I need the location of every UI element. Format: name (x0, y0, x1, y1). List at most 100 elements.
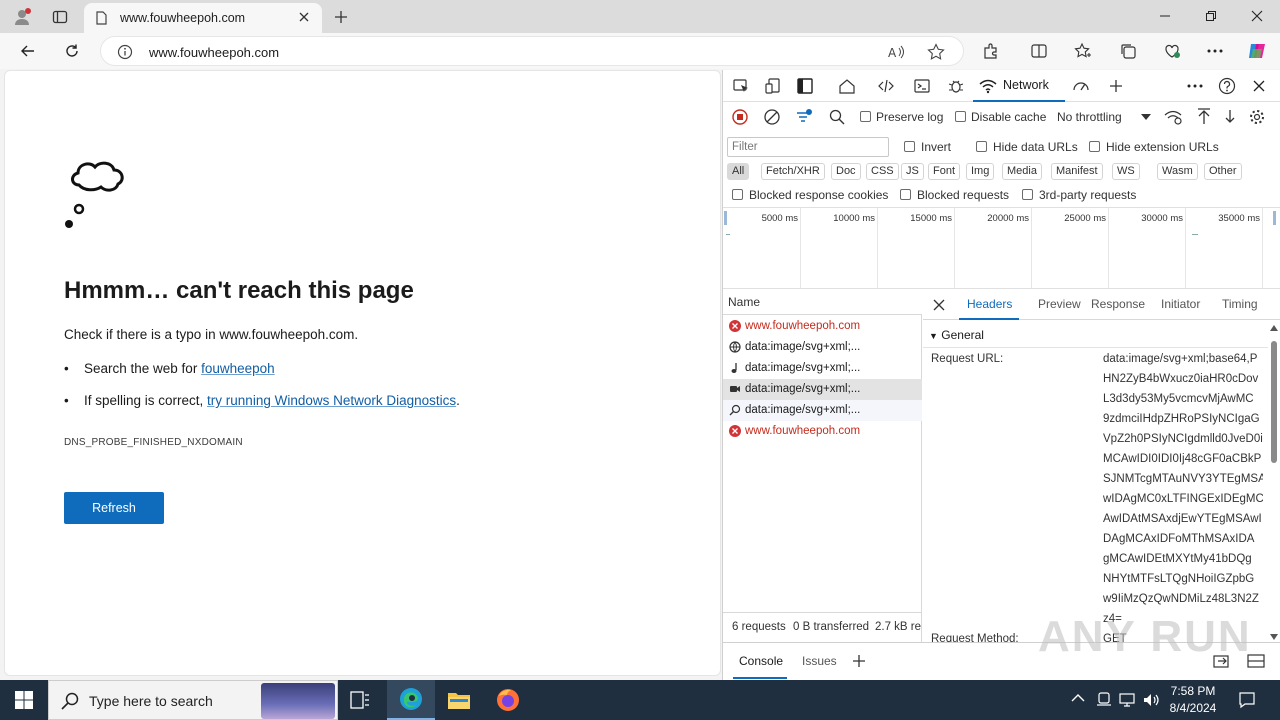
tab-preview[interactable]: Preview (1038, 297, 1081, 311)
favorites-icon[interactable] (1070, 38, 1096, 64)
tab-timing[interactable]: Timing (1222, 297, 1258, 311)
collections-icon[interactable] (1115, 38, 1141, 64)
favorite-star-icon[interactable] (927, 43, 945, 61)
tab-actions-icon[interactable] (47, 4, 73, 30)
chip-font[interactable]: Font (928, 163, 961, 180)
filter-toggle-icon[interactable] (795, 108, 813, 126)
copilot-icon[interactable] (1244, 38, 1270, 64)
file-explorer-icon[interactable] (435, 680, 483, 720)
chip-other[interactable]: Other (1204, 163, 1242, 180)
close-tab-icon[interactable] (298, 11, 310, 23)
chip-manifest[interactable]: Manifest (1051, 163, 1103, 180)
close-devtools-icon[interactable] (1247, 74, 1271, 98)
tab-console[interactable]: Console (739, 654, 783, 668)
filter-input[interactable]: Filter (727, 137, 889, 157)
more-menu-icon[interactable] (1202, 38, 1228, 64)
overview-left-handle[interactable] (724, 211, 727, 225)
hide-data-urls-checkbox[interactable] (976, 141, 987, 152)
blocked-cookies-checkbox[interactable] (732, 189, 743, 200)
search-icon[interactable] (829, 109, 845, 125)
inspect-element-icon[interactable] (729, 74, 753, 98)
new-tab-icon[interactable] (328, 4, 354, 30)
close-detail-icon[interactable] (933, 299, 945, 311)
blocked-requests-checkbox[interactable] (900, 189, 911, 200)
request-row[interactable]: www.fouwheepoh.com (723, 316, 922, 337)
console-icon[interactable] (910, 74, 934, 98)
detail-scrollbar[interactable] (1268, 325, 1280, 643)
request-row[interactable]: data:image/svg+xml;... (723, 379, 922, 400)
read-aloud-icon[interactable]: A (887, 43, 905, 61)
request-row[interactable]: data:image/svg+xml;... (723, 358, 922, 379)
reload-icon[interactable] (59, 38, 85, 64)
clear-icon[interactable] (764, 109, 780, 125)
search-web-link[interactable]: fouwheepoh (201, 361, 275, 376)
tab-headers[interactable]: Headers (967, 297, 1012, 311)
scroll-down-icon[interactable] (1270, 634, 1278, 640)
firefox-icon[interactable] (484, 680, 532, 720)
tab-network[interactable]: Network (973, 70, 1065, 102)
profile-icon[interactable] (9, 4, 35, 30)
refresh-button[interactable]: Refresh (64, 492, 164, 524)
back-icon[interactable] (15, 38, 41, 64)
help-icon[interactable] (1215, 74, 1239, 98)
scroll-up-icon[interactable] (1270, 325, 1278, 331)
system-clock[interactable]: 7:58 PM 8/4/2024 (1162, 683, 1224, 717)
edge-taskbar-icon[interactable] (387, 680, 435, 720)
network-conditions-icon[interactable] (1164, 109, 1182, 125)
request-row[interactable]: data:image/svg+xml;... (723, 400, 922, 421)
throttling-select[interactable]: No throttling (1057, 110, 1122, 124)
volume-icon[interactable] (1142, 691, 1160, 709)
notifications-icon[interactable] (1238, 691, 1256, 709)
chip-doc[interactable]: Doc (831, 163, 861, 180)
browser-essentials-icon[interactable] (1159, 38, 1185, 64)
chip-js[interactable]: JS (901, 163, 924, 180)
chip-ws[interactable]: WS (1112, 163, 1140, 180)
tab-response[interactable]: Response (1091, 297, 1145, 311)
close-window-icon[interactable] (1234, 0, 1280, 32)
tab-issues[interactable]: Issues (802, 654, 837, 668)
task-view-icon[interactable] (336, 680, 384, 720)
tab-initiator[interactable]: Initiator (1161, 297, 1200, 311)
disable-cache-checkbox[interactable] (955, 111, 966, 122)
name-column-header[interactable]: Name (723, 289, 922, 315)
network-status-icon[interactable] (1118, 691, 1136, 709)
info-icon[interactable] (117, 44, 133, 60)
extensions-icon[interactable] (978, 38, 1004, 64)
network-diagnostics-link[interactable]: try running Windows Network Diagnostics (207, 393, 456, 408)
restore-icon[interactable] (1188, 0, 1234, 32)
overview-right-handle[interactable] (1273, 211, 1276, 225)
minimize-icon[interactable] (1142, 0, 1188, 32)
export-har-icon[interactable] (1224, 108, 1236, 126)
debugger-bug-icon[interactable] (944, 74, 968, 98)
chip-css[interactable]: CSS (866, 163, 899, 180)
address-bar[interactable]: www.fouwheepoh.com A (100, 36, 964, 66)
welcome-home-icon[interactable] (835, 74, 859, 98)
elements-icon[interactable] (874, 74, 898, 98)
devtools-menu-icon[interactable] (1183, 74, 1207, 98)
request-row[interactable]: data:image/svg+xml;... (723, 337, 922, 358)
record-stop-icon[interactable] (732, 109, 748, 125)
taskbar-search[interactable]: Type here to search (48, 680, 338, 720)
general-section-header[interactable]: ▼ General (929, 328, 984, 342)
chip-media[interactable]: Media (1002, 163, 1042, 180)
chevron-up-icon[interactable] (1071, 693, 1085, 703)
meet-now-icon[interactable] (1096, 691, 1112, 709)
scroll-thumb[interactable] (1271, 341, 1277, 463)
third-party-checkbox[interactable] (1022, 189, 1033, 200)
chip-fetch-xhr[interactable]: Fetch/XHR (761, 163, 825, 180)
add-drawer-tab-icon[interactable] (852, 654, 866, 668)
chip-all[interactable]: All (727, 163, 750, 180)
network-overview-timeline[interactable]: 5000 ms 10000 ms 15000 ms 20000 ms 25000… (723, 207, 1280, 289)
dock-side-icon[interactable] (793, 74, 817, 98)
request-row[interactable]: www.fouwheepoh.com (723, 421, 922, 442)
invert-checkbox[interactable] (904, 141, 915, 152)
split-screen-icon[interactable] (1026, 38, 1052, 64)
hide-extension-urls-checkbox[interactable] (1089, 141, 1100, 152)
chevron-down-icon[interactable] (1141, 114, 1151, 120)
settings-gear-icon[interactable] (1248, 108, 1266, 126)
more-tools-plus-icon[interactable] (1104, 74, 1128, 98)
performance-icon[interactable] (1069, 74, 1093, 98)
preserve-log-checkbox[interactable] (860, 111, 871, 122)
chip-wasm[interactable]: Wasm (1157, 163, 1198, 180)
browser-tab[interactable]: www.fouwheepoh.com (84, 3, 322, 33)
